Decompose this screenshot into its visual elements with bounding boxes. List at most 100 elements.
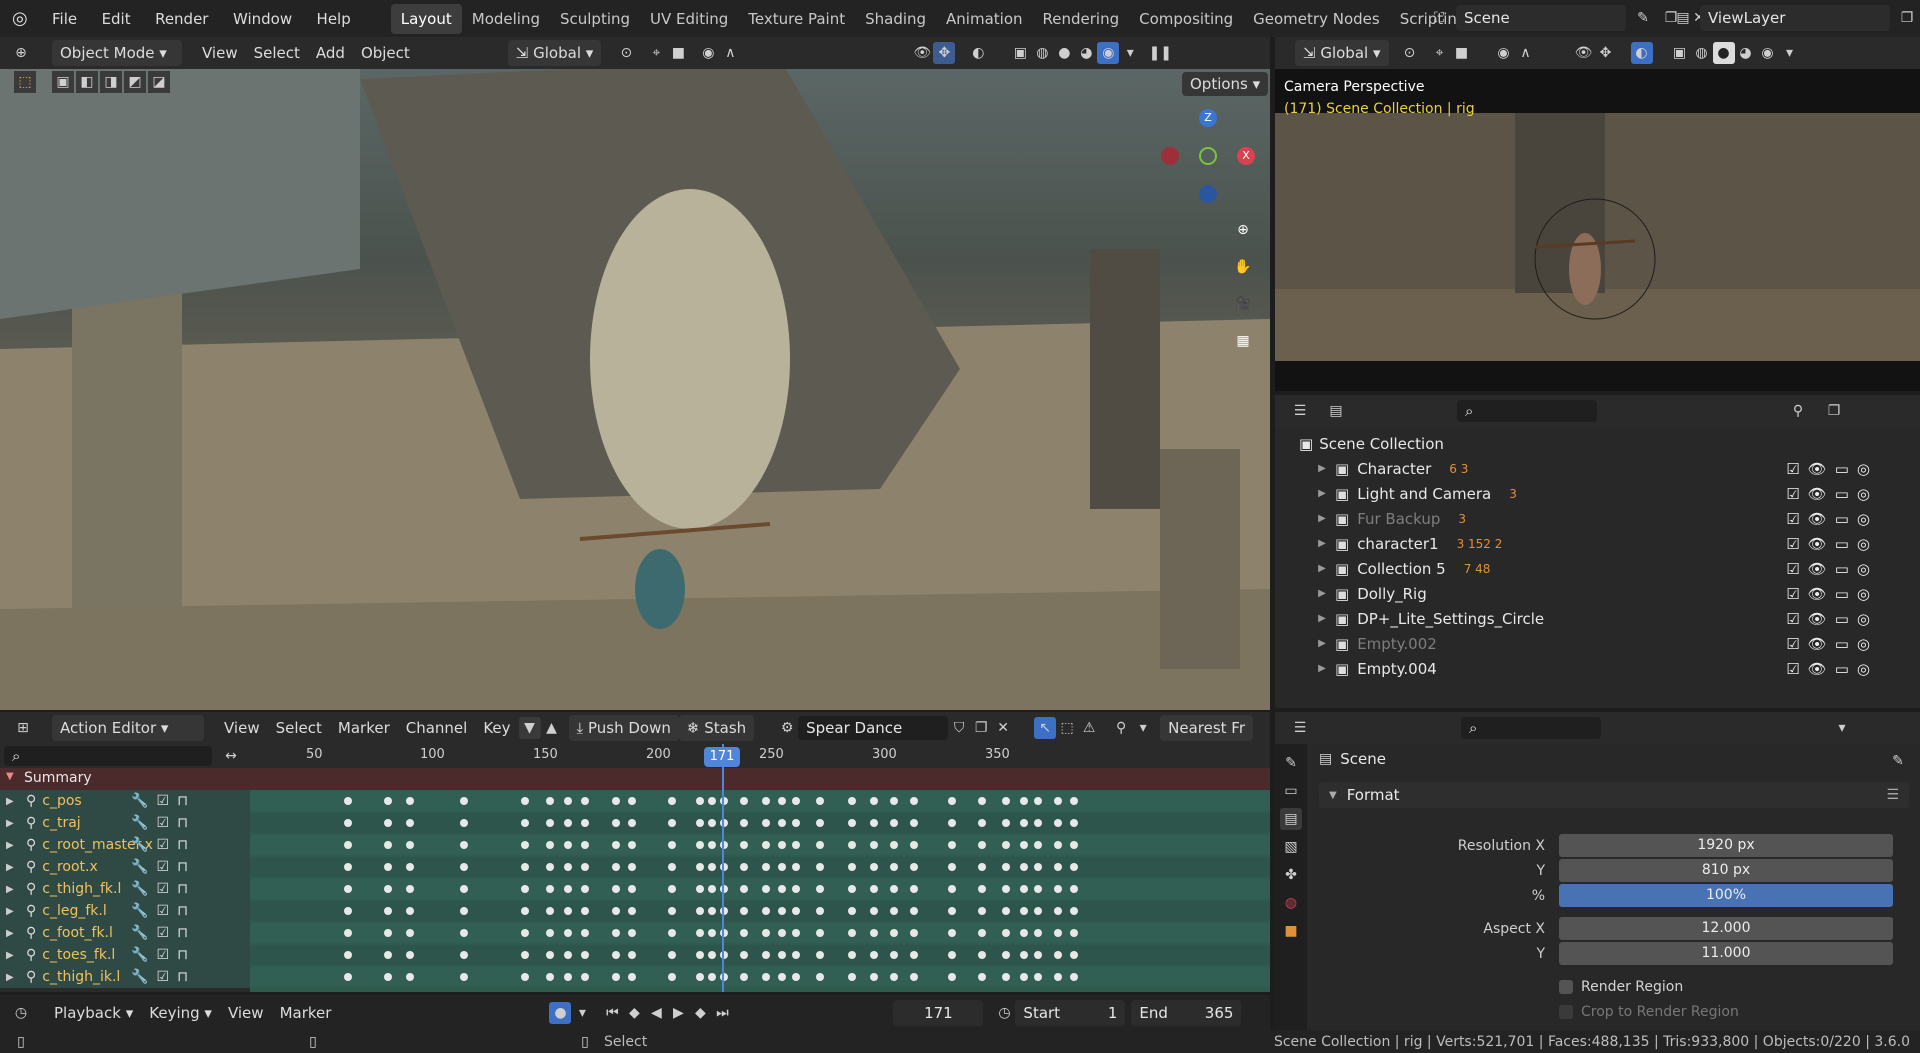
render-disable-icon[interactable]: ◎ bbox=[1857, 485, 1870, 503]
keyframe-point[interactable] bbox=[628, 797, 636, 805]
keyframe-point[interactable] bbox=[612, 885, 620, 893]
channel-lock-icon[interactable]: ⊓ bbox=[177, 925, 188, 941]
keyframe-point[interactable] bbox=[708, 863, 716, 871]
keyframe-point[interactable] bbox=[612, 907, 620, 915]
expand-arrow-icon[interactable]: ▶ bbox=[1315, 488, 1329, 499]
keyframe-point[interactable] bbox=[792, 863, 800, 871]
keyframe-point[interactable] bbox=[1054, 885, 1062, 893]
pin-icon[interactable]: ✎ bbox=[1632, 7, 1654, 29]
properties-editor-icon[interactable]: ☰ bbox=[1289, 717, 1311, 739]
resolution-percent-field[interactable]: 100% bbox=[1559, 884, 1893, 907]
keyframe-point[interactable] bbox=[564, 973, 572, 981]
options-dropdown[interactable]: Options ▾ bbox=[1182, 72, 1269, 96]
expand-arrow-icon[interactable]: ▶ bbox=[1315, 663, 1329, 674]
menu-window[interactable]: Window bbox=[233, 10, 292, 28]
mode-dropdown[interactable]: Object Mode ▾ bbox=[52, 40, 182, 66]
keyframe-point[interactable] bbox=[890, 863, 898, 871]
keyframe-point[interactable] bbox=[910, 819, 918, 827]
scene-field[interactable]: Scene bbox=[1456, 5, 1626, 31]
keyframe-point[interactable] bbox=[870, 885, 878, 893]
eye-icon[interactable]: 👁 bbox=[1808, 460, 1827, 478]
falloff-icon[interactable]: ∧ bbox=[719, 42, 741, 64]
frame-ruler[interactable]: 50 100 150 200 250 300 350 bbox=[250, 744, 1270, 768]
outliner-item[interactable]: ▶ ▣ Empty.004 ☑ 👁 ▭ ◎ bbox=[1299, 656, 1920, 681]
keyframe-point[interactable] bbox=[1054, 863, 1062, 871]
keyframe-point[interactable] bbox=[344, 973, 352, 981]
keyframe-point[interactable] bbox=[792, 819, 800, 827]
view-layer-tab-icon[interactable]: ▧ bbox=[1280, 836, 1302, 858]
keyframe-track[interactable] bbox=[250, 857, 1270, 877]
outliner-search-input[interactable]: ⌕ bbox=[1457, 400, 1597, 422]
keyframe-point[interactable] bbox=[1002, 951, 1010, 959]
keyframe-point[interactable] bbox=[948, 863, 956, 871]
keyframe-point[interactable] bbox=[1020, 951, 1028, 959]
keyframe-point[interactable] bbox=[1054, 973, 1062, 981]
keyframe-point[interactable] bbox=[696, 841, 704, 849]
keyframe-point[interactable] bbox=[1002, 973, 1010, 981]
tab-uv-editing[interactable]: UV Editing bbox=[640, 4, 738, 34]
current-frame-field[interactable]: 171 bbox=[893, 999, 984, 1026]
render-region-checkbox[interactable] bbox=[1559, 979, 1573, 994]
camera-wire-icon[interactable]: ◍ bbox=[1691, 42, 1713, 64]
keyframe-point[interactable] bbox=[581, 885, 589, 893]
playhead-line[interactable] bbox=[722, 744, 724, 992]
channel-row[interactable]: ▶ ⚲ c_foot_fk.l 🔧 ☑ ⊓ bbox=[0, 922, 250, 944]
keyframe-point[interactable] bbox=[1020, 973, 1028, 981]
keyframe-point[interactable] bbox=[1054, 907, 1062, 915]
render-disable-icon[interactable]: ◎ bbox=[1857, 635, 1870, 653]
keyframe-point[interactable] bbox=[521, 951, 529, 959]
channel-lock-icon[interactable]: ⊓ bbox=[177, 903, 188, 919]
keyframe-point[interactable] bbox=[978, 951, 986, 959]
viewport-disable-icon[interactable]: ▭ bbox=[1835, 560, 1849, 578]
eye-icon[interactable]: 👁 bbox=[1808, 610, 1827, 628]
keyframe-point[interactable] bbox=[740, 973, 748, 981]
render-disable-icon[interactable]: ◎ bbox=[1857, 610, 1870, 628]
channel-mute-checkbox-icon[interactable]: ☑ bbox=[157, 837, 170, 853]
tab-sculpting[interactable]: Sculpting bbox=[550, 4, 640, 34]
outliner-root[interactable]: ▣ Scene Collection bbox=[1299, 431, 1920, 456]
keyframe-point[interactable] bbox=[816, 819, 824, 827]
keyframe-point[interactable] bbox=[816, 929, 824, 937]
pivot-icon[interactable]: ⊙ bbox=[615, 42, 637, 64]
keyframe-point[interactable] bbox=[740, 863, 748, 871]
new-viewlayer-icon[interactable]: ❐ bbox=[1896, 7, 1918, 29]
camera-shading-options-icon[interactable]: ▾ bbox=[1779, 42, 1801, 64]
viewport-disable-icon[interactable]: ▭ bbox=[1835, 535, 1849, 553]
keyframe-point[interactable] bbox=[870, 973, 878, 981]
keyframe-point[interactable] bbox=[521, 885, 529, 893]
render-disable-icon[interactable]: ◎ bbox=[1857, 660, 1870, 678]
crop-checkbox[interactable] bbox=[1559, 1004, 1573, 1019]
keyframe-point[interactable] bbox=[708, 819, 716, 827]
navigation-gizmo[interactable]: Z X bbox=[1155, 109, 1255, 209]
keyframe-point[interactable] bbox=[1070, 973, 1078, 981]
viewlayer-icon[interactable]: ▤ bbox=[1672, 7, 1694, 29]
keyframe-point[interactable] bbox=[384, 973, 392, 981]
keyframe-point[interactable] bbox=[778, 973, 786, 981]
filters-icon[interactable]: ⚲ bbox=[1110, 717, 1132, 739]
only-selected-icon[interactable]: ↖ bbox=[1034, 717, 1057, 739]
keyframe-point[interactable] bbox=[978, 929, 986, 937]
keyframe-point[interactable] bbox=[521, 973, 529, 981]
keyframe-point[interactable] bbox=[460, 907, 468, 915]
auto-keying-icon[interactable]: ● bbox=[549, 1001, 572, 1024]
dopesheet-editor-icon[interactable]: ⊞ bbox=[12, 717, 34, 739]
keyframe-point[interactable] bbox=[460, 929, 468, 937]
keyframe-point[interactable] bbox=[1034, 797, 1042, 805]
modifier-icon[interactable]: 🔧 bbox=[131, 815, 148, 831]
shading-options-icon[interactable]: ▾ bbox=[1119, 42, 1141, 64]
menu-object[interactable]: Object bbox=[353, 40, 418, 66]
keyframe-point[interactable] bbox=[762, 951, 770, 959]
render-disable-icon[interactable]: ◎ bbox=[1857, 560, 1870, 578]
keyframe-point[interactable] bbox=[460, 841, 468, 849]
tab-texture-paint[interactable]: Texture Paint bbox=[738, 4, 855, 34]
keyframe-point[interactable] bbox=[1034, 885, 1042, 893]
keyframe-point[interactable] bbox=[546, 885, 554, 893]
gizmo-toggle-icon[interactable]: ✥ bbox=[933, 42, 956, 64]
material-shading-icon[interactable]: ◕ bbox=[1075, 42, 1097, 64]
modifier-icon[interactable]: 🔧 bbox=[131, 903, 148, 919]
keyframe-point[interactable] bbox=[708, 951, 716, 959]
scene-tab-icon[interactable]: ✤ bbox=[1280, 864, 1302, 886]
exclude-checkbox-icon[interactable]: ☑ bbox=[1786, 560, 1799, 578]
camera-rendered-icon[interactable]: ◉ bbox=[1757, 42, 1779, 64]
play-reverse-icon[interactable]: ◀ bbox=[645, 1002, 667, 1024]
